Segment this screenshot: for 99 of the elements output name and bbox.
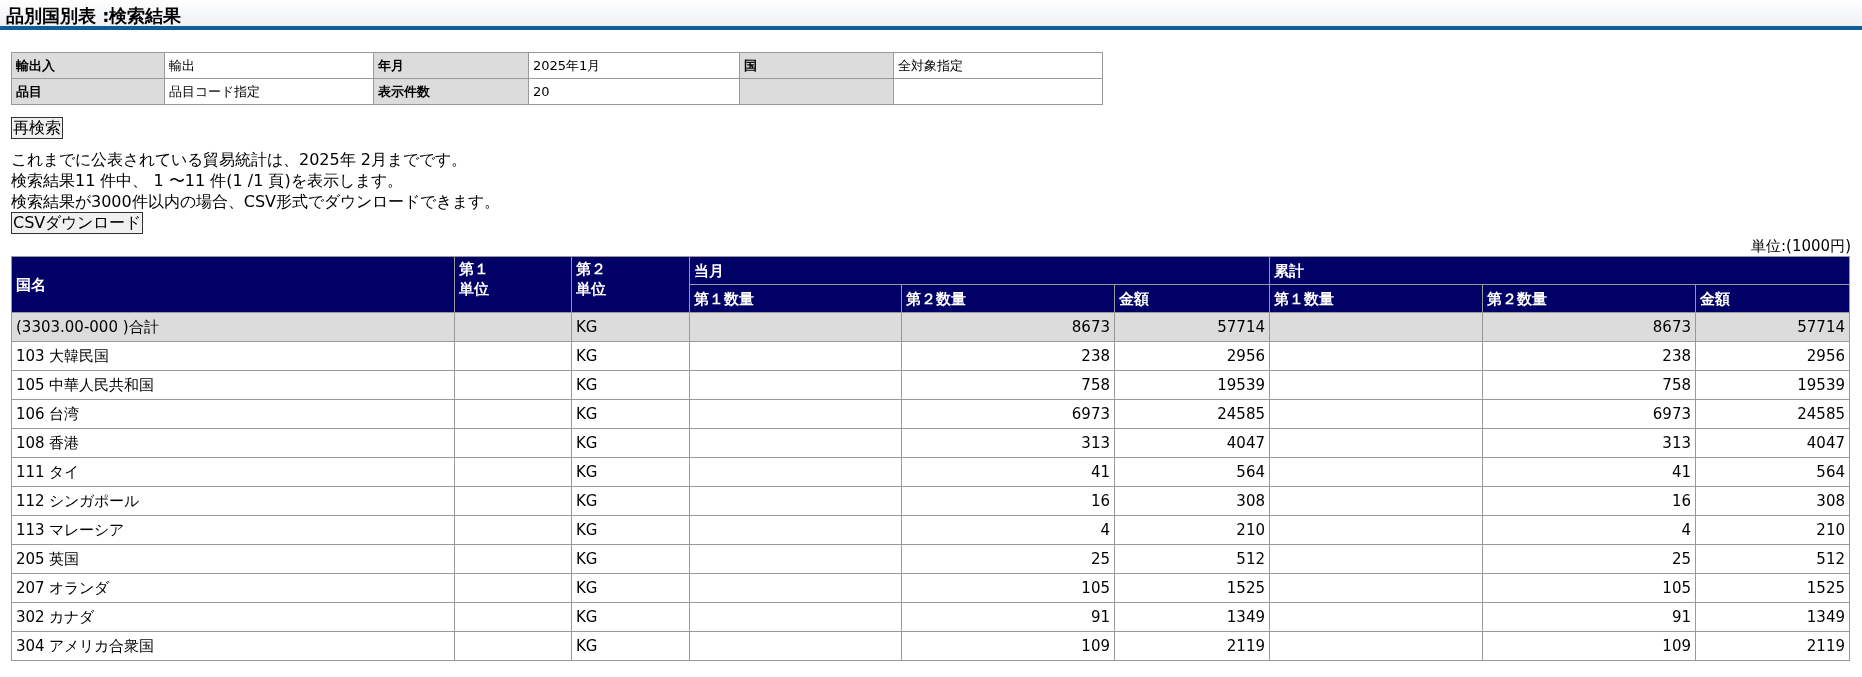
table-cell: 8673	[1482, 312, 1696, 342]
table-cell: 109	[901, 631, 1115, 661]
unit-cell: KG	[571, 573, 690, 603]
country-cell: 207 オランダ	[11, 573, 455, 603]
table-cell: 91	[1482, 602, 1696, 632]
table-cell: 313	[1482, 428, 1696, 458]
table-cell: 19539	[1695, 370, 1850, 400]
condition-label: 輸出入	[11, 52, 165, 79]
table-cell: 1349	[1114, 602, 1270, 632]
condition-label: 年月	[373, 52, 529, 79]
table-cell: 24585	[1114, 399, 1270, 429]
table-cell: 8673	[901, 312, 1115, 342]
table-cell: 313	[901, 428, 1115, 458]
country-cell: 111 タイ	[11, 457, 455, 487]
table-cell: 4047	[1695, 428, 1850, 458]
table-cell: 758	[1482, 370, 1696, 400]
unit-cell: KG	[571, 602, 690, 632]
info-text: 検索結果が3000件以内の場合、CSV形式でダウンロードできます。	[11, 191, 501, 212]
table-cell: 2956	[1114, 341, 1270, 371]
table-cell: 6973	[1482, 399, 1696, 429]
table-cell: 512	[1695, 544, 1850, 574]
condition-value: 20	[528, 78, 740, 105]
country-cell: 105 中華人民共和国	[11, 370, 455, 400]
table-cell: 41	[901, 457, 1115, 487]
unit-cell: KG	[571, 428, 690, 458]
table-cell: 2956	[1695, 341, 1850, 371]
table-cell: 4	[901, 515, 1115, 545]
table-cell: 25	[1482, 544, 1696, 574]
table-cell: 105	[901, 573, 1115, 603]
country-cell: 205 英国	[11, 544, 455, 574]
research-button[interactable]: 再検索	[11, 117, 63, 139]
table-cell: 2119	[1695, 631, 1850, 661]
country-cell: (3303.00-000 )合計	[11, 312, 455, 342]
country-cell: 112 シンガポール	[11, 486, 455, 516]
table-cell: 512	[1114, 544, 1270, 574]
info-text: これまでに公表されている貿易統計は、2025年 2月までです。	[11, 149, 468, 170]
table-cell: 6973	[901, 399, 1115, 429]
condition-label: 国	[739, 52, 894, 79]
country-cell: 302 カナダ	[11, 602, 455, 632]
condition-value: 2025年1月	[528, 52, 740, 79]
table-cell: 210	[1114, 515, 1270, 545]
unit-cell: KG	[571, 486, 690, 516]
table-cell: 210	[1695, 515, 1850, 545]
table-cell: 105	[1482, 573, 1696, 603]
table-cell: 57714	[1114, 312, 1270, 342]
column-header: 国名	[11, 256, 455, 313]
csv-download-button[interactable]: CSVダウンロード	[11, 212, 144, 234]
table-cell: 57714	[1695, 312, 1850, 342]
unit-cell: KG	[571, 515, 690, 545]
table-cell: 238	[1482, 341, 1696, 371]
column-header: 第２数量	[901, 284, 1115, 313]
country-cell: 113 マレーシア	[11, 515, 455, 545]
table-cell: 1349	[1695, 602, 1850, 632]
table-cell: 1525	[1114, 573, 1270, 603]
table-cell: 91	[901, 602, 1115, 632]
condition-label: 品目	[11, 78, 165, 105]
info-text: 検索結果11 件中、 1 〜11 件(1 /1 頁)を表示します。	[11, 170, 404, 191]
condition-label: 表示件数	[373, 78, 529, 105]
unit-cell: KG	[571, 341, 690, 371]
table-cell: 308	[1114, 486, 1270, 516]
table-cell: 16	[1482, 486, 1696, 516]
table-cell: 758	[901, 370, 1115, 400]
country-cell: 106 台湾	[11, 399, 455, 429]
column-header: 第１数量	[689, 284, 902, 313]
table-cell: 238	[901, 341, 1115, 371]
table-cell: 564	[1114, 457, 1270, 487]
table-cell: 564	[1695, 457, 1850, 487]
table-cell: 16	[901, 486, 1115, 516]
column-header: 第２単位	[576, 259, 607, 299]
table-cell: 109	[1482, 631, 1696, 661]
country-cell: 108 香港	[11, 428, 455, 458]
column-group-header: 当月	[689, 256, 1270, 285]
unit-cell: KG	[571, 544, 690, 574]
condition-value: 全対象指定	[893, 52, 1103, 79]
unit-cell: KG	[571, 631, 690, 661]
table-cell: 1525	[1695, 573, 1850, 603]
column-header: 金額	[1695, 284, 1850, 313]
table-cell: 4047	[1114, 428, 1270, 458]
column-header: 第１数量	[1269, 284, 1483, 313]
unit-cell: KG	[571, 312, 690, 342]
column-header: 第２数量	[1482, 284, 1696, 313]
unit-cell: KG	[571, 399, 690, 429]
column-header: 金額	[1114, 284, 1270, 313]
unit-cell: KG	[571, 457, 690, 487]
table-cell: 2119	[1114, 631, 1270, 661]
table-cell: 19539	[1114, 370, 1270, 400]
table-cell: 24585	[1695, 399, 1850, 429]
condition-value: 輸出	[164, 52, 374, 79]
condition-value: 品目コード指定	[164, 78, 374, 105]
column-group-header: 累計	[1269, 256, 1850, 285]
table-cell: 4	[1482, 515, 1696, 545]
country-cell: 103 大韓民国	[11, 341, 455, 371]
unit-cell: KG	[571, 370, 690, 400]
table-cell: 25	[901, 544, 1115, 574]
table-cell: 41	[1482, 457, 1696, 487]
unit-note: 単位:(1000円)	[1751, 236, 1851, 256]
column-header: 第１単位	[459, 259, 490, 299]
country-cell: 304 アメリカ合衆国	[11, 631, 455, 661]
table-cell: 308	[1695, 486, 1850, 516]
